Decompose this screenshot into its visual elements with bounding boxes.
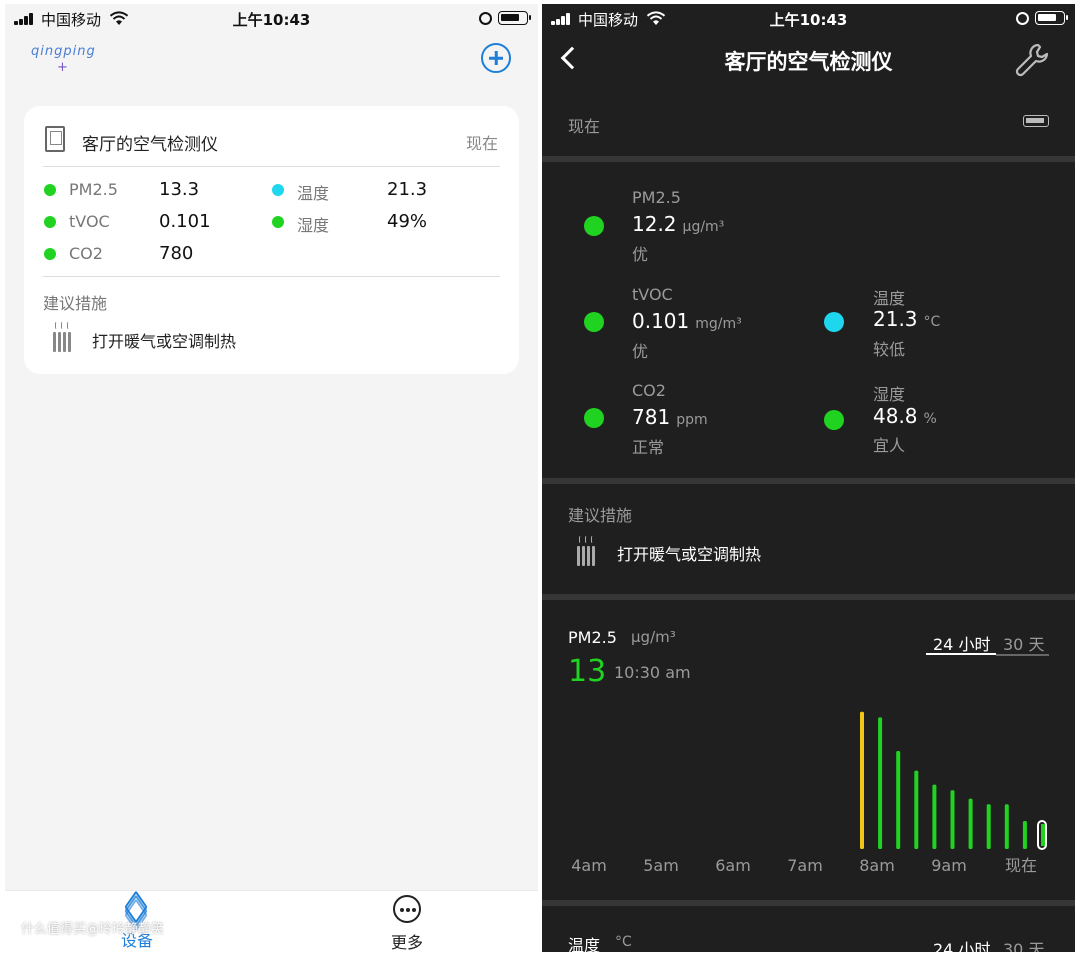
advice-text: 打开暖气或空调制热 [92,332,237,351]
advice-heading: 建议措施 [43,294,108,313]
chart-bar [1004,804,1009,849]
status-time: 上午10:43 [232,11,311,29]
chart-bar-current-fill [1041,824,1045,846]
chart-x-tick-label: 4am [571,856,607,875]
chart-x-tick-label: 9am [931,856,967,875]
pm25-chart: 4am 5am 6am 7am 8am 9am 现在 [571,711,1047,875]
screenshot-root: 中国移动 上午10:43 qingping + 客厅的空气检测仪 现在 PM2.… [0,0,1080,957]
pm25-status-dot [44,184,56,196]
chart-x-tick-label: 7am [787,856,823,875]
chart-bar [986,804,991,849]
rotation-lock-icon [479,12,492,25]
chart-bar [896,751,901,849]
heater-icon [52,322,74,352]
divider [43,276,500,277]
air-monitor-icon [45,126,65,152]
temperature-status-dot [272,184,284,196]
temperature-label: 温度 [297,184,330,203]
section-divider [542,900,1075,906]
chart-bar [932,784,937,849]
pm25-label: PM2.5 [69,180,118,199]
humidity-label: 湿度 [297,216,330,235]
watermark: 什么值得买@玲玲静静笑 [21,922,165,937]
humidity-value: 49% [387,211,428,232]
co2-status-dot [44,248,56,260]
device-card[interactable]: 客厅的空气检测仪 现在 PM2.5 13.3 tVOC 0.101 CO2 78… [24,106,519,374]
battery-icon [498,11,531,25]
chart-bar [878,717,883,849]
chart-bar [968,798,973,849]
app-logo-plus: + [57,60,68,75]
device-detail-screen: 中国移动 上午10:43 客厅的空气检测仪 现在 PM2.5 12.2 μg/m³… [542,4,1075,952]
chart-bar [860,711,864,849]
chart-bar [1022,821,1027,849]
chart-x-tick-label: 8am [859,856,895,875]
device-title: 客厅的空气检测仪 [82,135,218,155]
app-logo: qingping [31,44,96,59]
chart-bar [950,790,955,849]
chart-x-tick-label: 6am [715,856,751,875]
tvoc-status-dot [44,216,56,228]
pm25-value: 13.3 [159,179,200,200]
temperature-chart-title: 温度 [568,936,601,952]
more-icon [393,895,421,923]
humidity-status-dot [272,216,284,228]
temperature-tab-24h[interactable]: 24 小时 [933,936,990,952]
divider [43,166,500,167]
temperature-tab-30d[interactable]: 30 天 [1003,936,1044,952]
tvoc-label: tVOC [69,212,110,231]
co2-value: 780 [159,243,194,264]
chart-bar [914,770,919,849]
co2-label: CO2 [69,244,103,263]
status-bar: 中国移动 上午10:43 [5,4,538,34]
chart-x-tick-label: 5am [643,856,679,875]
add-device-button[interactable] [481,43,511,73]
chart-x-tick-label: 现在 [1005,856,1037,875]
temperature-chart-unit: °C [615,934,632,950]
tab-more[interactable]: 更多 [371,895,443,952]
tab-bar: 设备 更多 什么值得买@玲玲静静笑 [5,890,538,952]
tvoc-value: 0.101 [159,211,211,232]
tab-more-label: 更多 [390,933,423,952]
device-list-screen: 中国移动 上午10:43 qingping + 客厅的空气检测仪 现在 PM2.… [5,4,538,952]
temperature-value: 21.3 [387,179,428,200]
device-time: 现在 [465,134,498,153]
